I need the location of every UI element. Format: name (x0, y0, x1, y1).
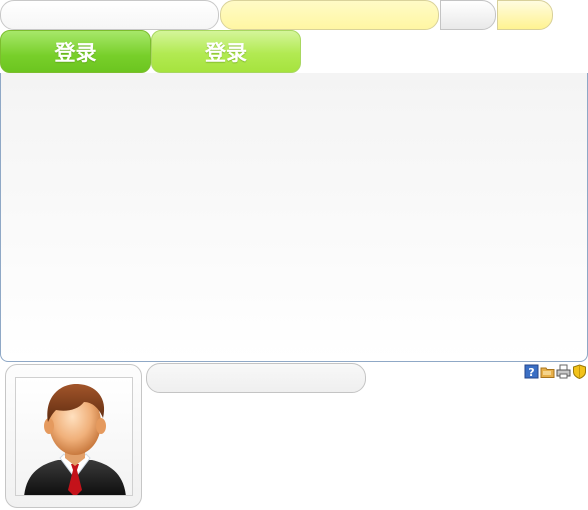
avatar-frame (5, 364, 142, 508)
shield-icon[interactable] (572, 364, 587, 380)
login-button-alt[interactable]: 登录 (151, 30, 301, 73)
username-input[interactable] (0, 0, 219, 30)
name-field[interactable] (146, 363, 366, 393)
top-highlight-button[interactable] (497, 0, 553, 30)
password-input[interactable] (220, 0, 439, 30)
avatar[interactable] (15, 377, 133, 496)
printer-icon[interactable] (556, 364, 571, 379)
status-icon-bar: ? (524, 364, 587, 380)
main-panel (0, 73, 588, 362)
svg-text:?: ? (528, 366, 534, 379)
user-avatar-icon (24, 383, 126, 495)
help-icon[interactable]: ? (524, 364, 539, 379)
login-button[interactable]: 登录 (0, 30, 151, 73)
top-action-button[interactable] (440, 0, 496, 30)
folder-icon[interactable] (540, 364, 555, 379)
